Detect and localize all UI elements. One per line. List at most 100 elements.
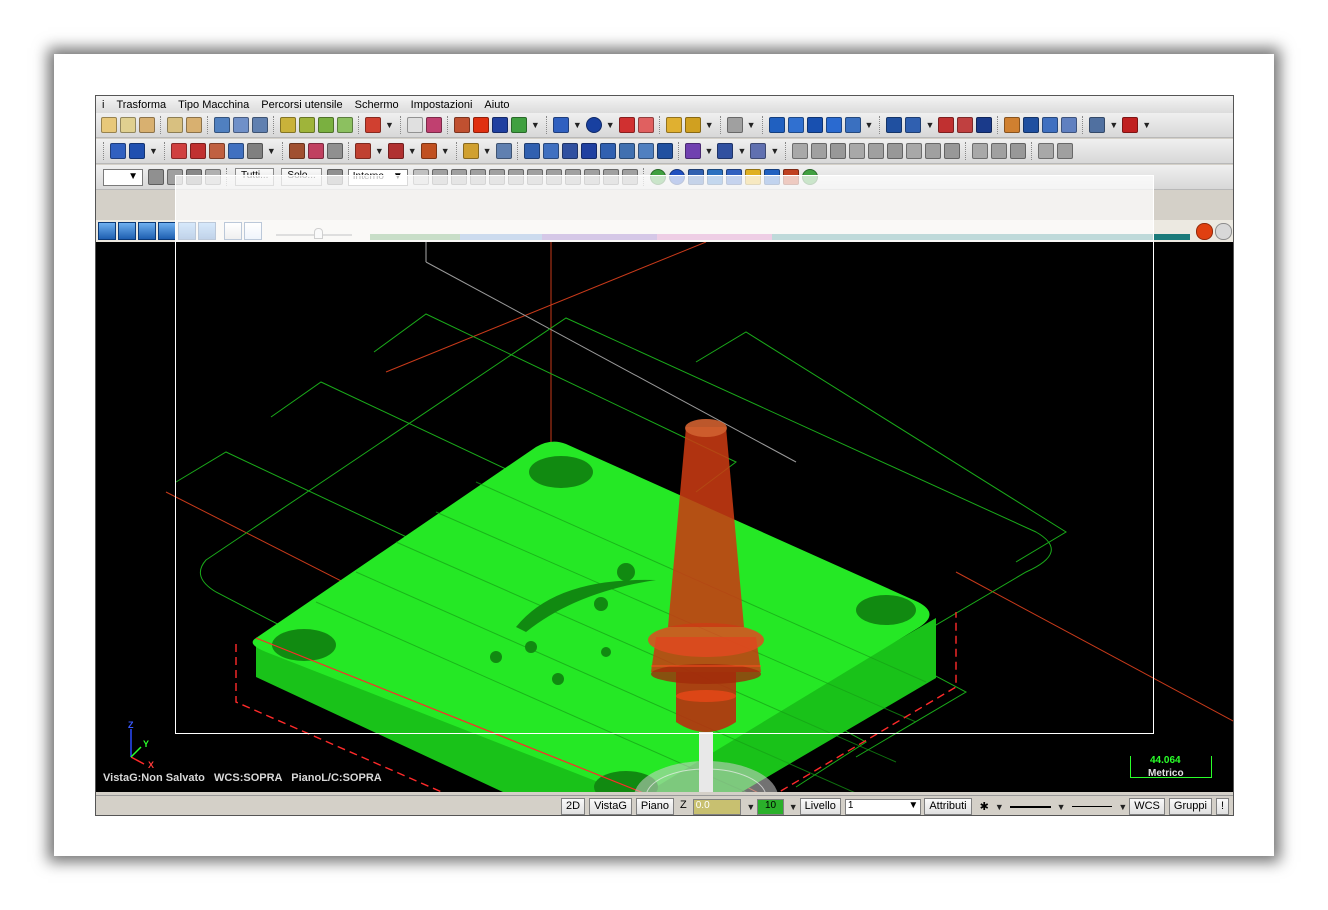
- lathe-icon[interactable]: [110, 143, 126, 159]
- piano-button[interactable]: Piano: [635, 798, 675, 815]
- toolpath-display-icon[interactable]: [224, 222, 242, 240]
- mask-menu-icon[interactable]: [186, 169, 202, 185]
- flag-icon[interactable]: [656, 143, 673, 159]
- arrow-down-icon[interactable]: [825, 117, 842, 133]
- tool-icon[interactable]: [288, 143, 305, 159]
- chevron-down-icon[interactable]: ▼: [925, 120, 934, 130]
- pencil-icon[interactable]: [665, 117, 682, 133]
- zoom-window-icon[interactable]: [101, 117, 117, 133]
- mask-icon[interactable]: [148, 169, 164, 185]
- gray-tool-12-icon[interactable]: [1010, 143, 1027, 159]
- chevron-down-icon[interactable]: ▼: [267, 146, 276, 156]
- sum-icon[interactable]: [491, 117, 508, 133]
- blue-sphere-icon[interactable]: [668, 169, 685, 185]
- point-style-icon[interactable]: ✱: [980, 800, 989, 813]
- transform-icon[interactable]: [495, 143, 512, 159]
- stop-icon[interactable]: [118, 222, 136, 240]
- chevron-down-icon[interactable]: ▼: [746, 802, 755, 812]
- color-input[interactable]: 10: [757, 798, 784, 815]
- menu-item-trasforma[interactable]: Trasforma: [110, 99, 172, 111]
- gray-select-4-icon[interactable]: [488, 169, 505, 185]
- gray-select-10-icon[interactable]: [602, 169, 619, 185]
- chevron-down-icon[interactable]: ▼: [1057, 802, 1066, 812]
- chevron-down-icon[interactable]: ▼: [770, 146, 779, 156]
- chevron-down-icon[interactable]: ▼: [385, 120, 394, 130]
- play-icon[interactable]: [98, 222, 116, 240]
- loft-icon[interactable]: [844, 117, 861, 133]
- wireframe-icon[interactable]: [233, 117, 249, 133]
- post-icon[interactable]: [599, 143, 616, 159]
- nc-icon[interactable]: [618, 143, 635, 159]
- gray-tool-8-icon[interactable]: [925, 143, 942, 159]
- globe-icon[interactable]: [552, 117, 569, 133]
- chevron-down-icon[interactable]: ▼: [705, 146, 714, 156]
- link-icon[interactable]: [637, 143, 654, 159]
- operation-icon[interactable]: [462, 143, 479, 159]
- gray-tool-5-icon[interactable]: [868, 143, 885, 159]
- speed-slider[interactable]: [276, 222, 352, 240]
- window-icon[interactable]: [750, 143, 767, 159]
- layer-stack-icon[interactable]: [1042, 117, 1059, 133]
- pointer-icon[interactable]: [412, 169, 429, 185]
- menu-item-schermo[interactable]: Schermo: [349, 99, 405, 111]
- gray-tool-9-icon[interactable]: [944, 143, 961, 159]
- solid-manager-icon[interactable]: [1004, 117, 1021, 133]
- chevron-down-icon[interactable]: ▼: [705, 120, 714, 130]
- draft-icon[interactable]: [957, 117, 974, 133]
- chevron-down-icon[interactable]: ▼: [408, 146, 417, 156]
- dimension-icon[interactable]: [453, 117, 470, 133]
- extrude-icon[interactable]: [768, 117, 785, 133]
- chevron-down-icon[interactable]: ▼: [483, 146, 492, 156]
- group-icon[interactable]: [523, 143, 540, 159]
- color-icon[interactable]: [472, 117, 489, 133]
- endmill-icon[interactable]: [420, 143, 437, 159]
- gray-select-8-icon[interactable]: [564, 169, 581, 185]
- gray-tool-14-icon[interactable]: [1057, 143, 1074, 159]
- gray-select-7-icon[interactable]: [545, 169, 562, 185]
- sphere-icon[interactable]: [585, 117, 602, 133]
- wcs-button[interactable]: WCS: [1129, 798, 1165, 815]
- chevron-down-icon[interactable]: ▼: [789, 802, 798, 812]
- gray-tool-13-icon[interactable]: [1038, 143, 1055, 159]
- gray-tool-7-icon[interactable]: [906, 143, 923, 159]
- gray-select-1-icon[interactable]: [431, 169, 448, 185]
- box-icon[interactable]: [246, 143, 263, 159]
- chevron-down-icon[interactable]: ▼: [1118, 802, 1127, 812]
- livello-select[interactable]: 1 ▼: [844, 798, 922, 815]
- curve-icon[interactable]: [208, 143, 225, 159]
- chevron-down-icon[interactable]: ▼: [606, 120, 615, 130]
- tutti-button[interactable]: Tutti...: [235, 168, 275, 186]
- chevron-down-icon[interactable]: ▼: [573, 120, 582, 130]
- chevron-down-icon[interactable]: ▼: [747, 120, 756, 130]
- gray-tool-10-icon[interactable]: [972, 143, 989, 159]
- shape-icon[interactable]: [307, 143, 324, 159]
- forward-end-icon[interactable]: [198, 222, 216, 240]
- revolve-icon[interactable]: [787, 117, 804, 133]
- hidden-line-icon[interactable]: [252, 117, 268, 133]
- line-width-select[interactable]: [1071, 806, 1113, 807]
- menu-item-i[interactable]: i: [96, 99, 110, 111]
- sim-icon[interactable]: [684, 143, 701, 159]
- green-globe-icon[interactable]: [801, 169, 818, 185]
- gruppi-button[interactable]: Gruppi: [1168, 798, 1212, 815]
- measure-icon[interactable]: [425, 117, 442, 133]
- matrix-icon[interactable]: [717, 143, 734, 159]
- zoom-prev-icon[interactable]: [167, 117, 183, 133]
- rewind-start-icon[interactable]: [138, 222, 156, 240]
- grid-red-icon[interactable]: [170, 143, 187, 159]
- gray-tool-4-icon[interactable]: [849, 143, 866, 159]
- vistag-button[interactable]: VistaG: [589, 798, 632, 815]
- gray-select-2-icon[interactable]: [450, 169, 467, 185]
- table-icon[interactable]: [1061, 117, 1078, 133]
- 2d-button[interactable]: 2D: [561, 798, 586, 815]
- attributi-button[interactable]: Attributi: [924, 798, 972, 815]
- view-front-icon[interactable]: [318, 117, 334, 133]
- selection-type-select[interactable]: Interno ▼: [347, 168, 408, 186]
- spark-icon[interactable]: [684, 117, 701, 133]
- gray-select-11-icon[interactable]: [621, 169, 638, 185]
- mask-select[interactable]: ▼: [103, 168, 143, 186]
- selection-mode-icon[interactable]: [326, 169, 343, 185]
- panel-icon[interactable]: [782, 169, 799, 185]
- chevron-down-icon[interactable]: ▼: [995, 802, 1004, 812]
- gray-tool-2-icon[interactable]: [811, 143, 828, 159]
